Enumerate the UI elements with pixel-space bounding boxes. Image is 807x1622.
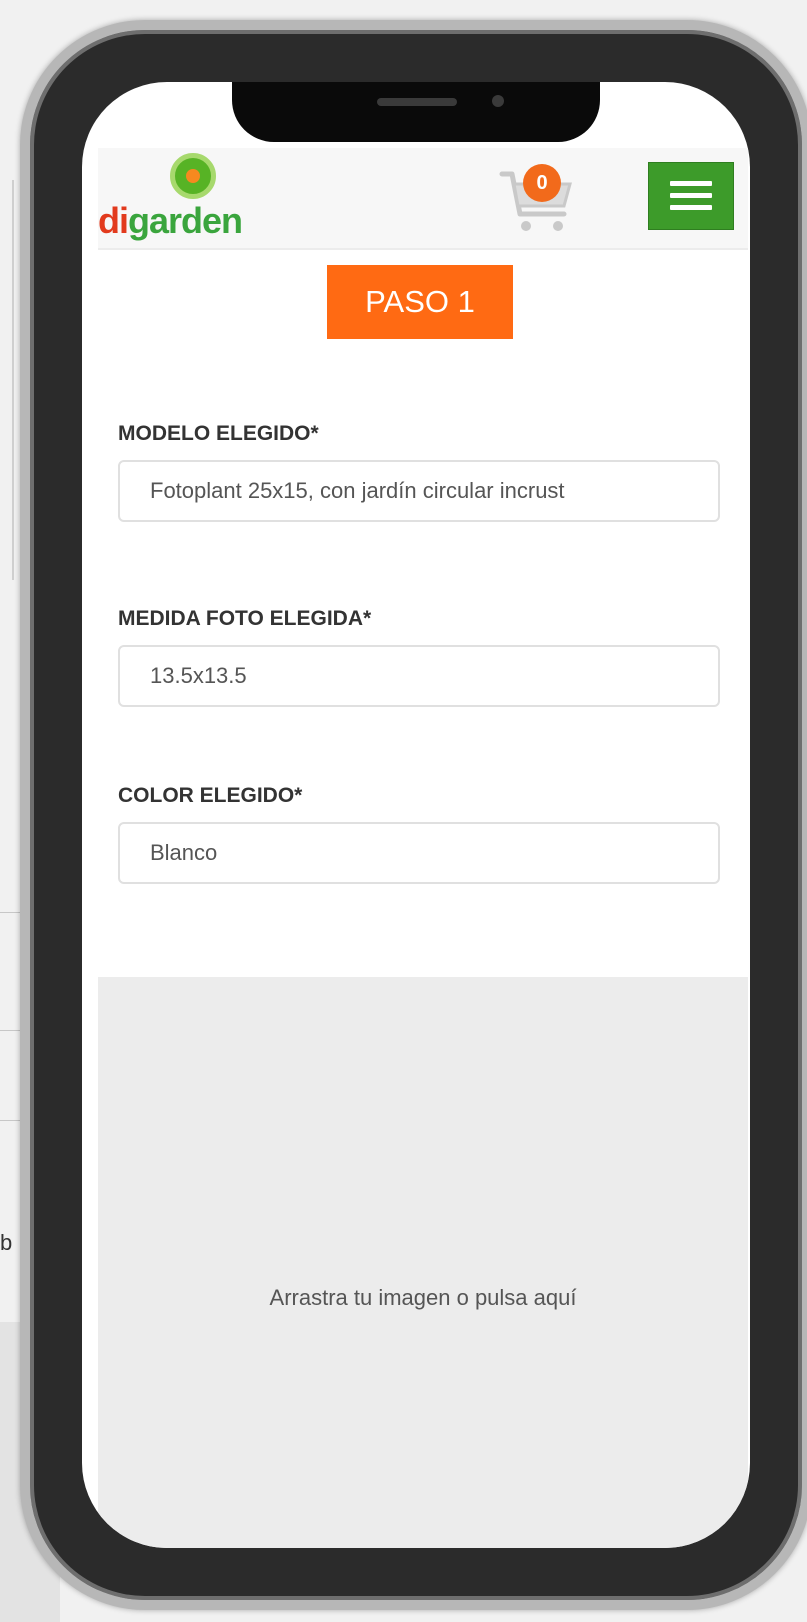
- logo-text-main: garden: [128, 200, 243, 241]
- model-field[interactable]: [118, 460, 720, 522]
- image-dropzone[interactable]: Arrastra tu imagen o pulsa aquí: [98, 977, 748, 1548]
- hamburger-bar: [670, 205, 712, 210]
- background-text-fragment: b: [0, 1230, 13, 1255]
- hamburger-bar: [670, 193, 712, 198]
- model-label: MODELO ELEGIDO*: [118, 422, 319, 445]
- phone-notch: [232, 82, 600, 142]
- color-field[interactable]: [118, 822, 720, 884]
- logo-flower-icon[interactable]: [170, 153, 216, 199]
- photo-size-label: MEDIDA FOTO ELEGIDA*: [118, 607, 372, 630]
- speaker-grille: [377, 98, 457, 106]
- cart-count-badge: 0: [523, 164, 561, 202]
- phone-screen: digarden 0 PASO 1 MODELO ELEGIDO* Fotopl…: [82, 82, 750, 1548]
- step-badge: PASO 1: [327, 265, 513, 339]
- logo-text-accent: di: [98, 200, 129, 241]
- background-edge: [12, 180, 14, 580]
- hamburger-menu-icon: [670, 181, 712, 186]
- dropzone-instructions: Arrastra tu imagen o pulsa aquí: [269, 1285, 577, 1310]
- photo-size-field[interactable]: [118, 645, 720, 707]
- phone-frame: digarden 0 PASO 1 MODELO ELEGIDO* Fotopl…: [20, 20, 807, 1610]
- logo[interactable]: digarden: [98, 200, 243, 242]
- site-header: digarden 0: [98, 148, 748, 250]
- cart-button[interactable]: 0: [498, 156, 578, 236]
- hamburger-menu-button[interactable]: [648, 162, 734, 230]
- color-label: COLOR ELEGIDO*: [118, 784, 303, 807]
- front-camera: [492, 95, 504, 107]
